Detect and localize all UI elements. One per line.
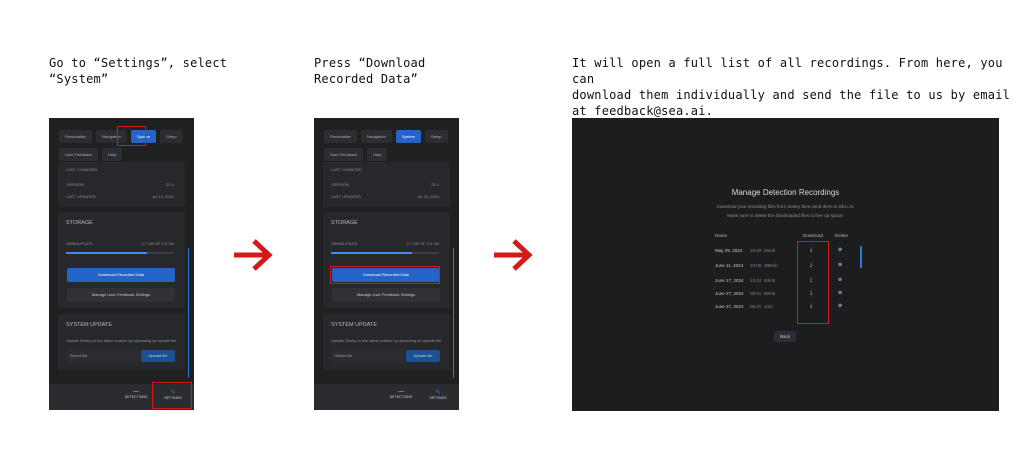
settings-tabs: Personalize Navigation System Setup bbox=[324, 130, 448, 143]
upload-file-button[interactable]: Upload file bbox=[406, 350, 440, 362]
step1-caption: Go to “Settings”, select “System” bbox=[49, 55, 239, 87]
version-value: 23.4 bbox=[166, 182, 174, 187]
delete-icon[interactable]: ⊗ bbox=[838, 277, 842, 283]
row-size: 60mb bbox=[764, 291, 776, 296]
tab-personalize[interactable]: Personalize bbox=[324, 130, 357, 143]
col-delete-header: Delete bbox=[835, 233, 849, 238]
nav-detections-label: DETECTIONS bbox=[389, 395, 413, 399]
last-changed-label: LAST CHANGED bbox=[66, 167, 98, 172]
storage-title: STORAGE bbox=[331, 220, 358, 226]
step3-caption: It will open a full list of all recordin… bbox=[572, 55, 1012, 119]
download-recorded-data-button[interactable]: Download Recorded Data bbox=[67, 268, 175, 282]
system-update-title: SYSTEM UPDATE bbox=[331, 322, 378, 328]
row-date: June 27, 2024 bbox=[715, 291, 744, 296]
arrow-right-icon bbox=[234, 239, 273, 271]
phone-screen-2: Personalize Navigation System Setup User… bbox=[314, 118, 459, 410]
storage-label: SERIAL/FILES bbox=[331, 241, 358, 246]
row-time: 16:40 bbox=[750, 248, 762, 253]
tab-help[interactable]: Help bbox=[102, 148, 123, 161]
row-time: 10:09 bbox=[750, 263, 762, 268]
wrench-icon: ✎ bbox=[435, 390, 441, 396]
bottom-nav: — DETECTIONS ✎ SETTINGS bbox=[314, 384, 459, 410]
last-updated-label: LAST UPDATED bbox=[331, 194, 361, 199]
row-date: June 11, 2024 bbox=[715, 263, 744, 268]
step2-caption: Press “Download Recorded Data” bbox=[314, 55, 504, 87]
storage-value: 2.7 GB OF 2.5 GB bbox=[406, 241, 439, 246]
step1-caption-line1: Go to “Settings”, select bbox=[49, 56, 228, 70]
recordings-screen: Manage Detection Recordings Download you… bbox=[572, 118, 999, 411]
recordings-scrollbar[interactable] bbox=[860, 246, 862, 268]
back-button[interactable]: Back bbox=[774, 331, 796, 342]
manage-feedback-settings-button[interactable]: Manage User Feedback Settings bbox=[67, 288, 175, 302]
step3-caption-line3: at feedback@sea.ai. bbox=[572, 104, 714, 118]
arrow-right-icon bbox=[494, 239, 533, 271]
delete-icon[interactable]: ⊗ bbox=[838, 303, 842, 309]
tab-navigation[interactable]: Navigation bbox=[360, 130, 392, 143]
phone-screen-1: Personalize Navigation System Setup User… bbox=[49, 118, 194, 410]
storage-label: SERIAL/FILES bbox=[66, 241, 93, 246]
step3-caption-line1: It will open a full list of all recordin… bbox=[572, 56, 1003, 86]
row-time: 13:34 bbox=[750, 278, 762, 283]
select-file-input[interactable]: Select file bbox=[331, 350, 405, 362]
tab-system[interactable]: System bbox=[395, 130, 422, 143]
highlight-settings-nav bbox=[152, 382, 192, 409]
storage-bar-fill bbox=[66, 252, 147, 254]
delete-icon[interactable]: ⊗ bbox=[838, 290, 842, 296]
tab-personalize[interactable]: Personalize bbox=[59, 130, 92, 143]
manage-feedback-settings-button[interactable]: Manage User Feedback Settings bbox=[332, 288, 440, 302]
recordings-subtitle-line2: Make sure to delete the downloaded files… bbox=[727, 213, 844, 218]
col-download-header: Download bbox=[803, 233, 824, 238]
version-value: 23.4 bbox=[431, 182, 439, 187]
storage-value: 2.7 GB OF 2.5 GB bbox=[141, 241, 174, 246]
scrollbar[interactable] bbox=[188, 248, 189, 378]
storage-bar-fill bbox=[331, 252, 412, 254]
row-size: 29mb bbox=[764, 248, 776, 253]
nav-settings[interactable]: ✎ SETTINGS bbox=[421, 389, 455, 400]
system-update-desc: Update Sentry to the latest version by u… bbox=[66, 338, 177, 343]
tab-setup[interactable]: Setup bbox=[425, 130, 448, 143]
highlight-system-tab bbox=[117, 126, 146, 146]
nav-detections[interactable]: — DETECTIONS bbox=[119, 389, 153, 399]
highlight-download-column bbox=[797, 241, 829, 324]
row-size: 396mb bbox=[764, 263, 778, 268]
row-size: 1mb bbox=[764, 304, 773, 309]
recordings-title: Manage Detection Recordings bbox=[731, 188, 840, 197]
settings-tabs-row2: User Feedback Help bbox=[59, 148, 123, 161]
tab-user-feedback[interactable]: User Feedback bbox=[324, 148, 364, 161]
row-size: 83mb bbox=[764, 278, 776, 283]
col-name-header: Name bbox=[715, 233, 728, 238]
system-update-title: SYSTEM UPDATE bbox=[66, 322, 113, 328]
step1-caption-line2: “System” bbox=[49, 72, 109, 86]
nav-settings-label: SETTINGS bbox=[429, 396, 447, 400]
recordings-subtitle-line1: Download your recording files from Sentr… bbox=[716, 204, 855, 209]
nav-detections-label: DETECTIONS bbox=[124, 395, 148, 399]
row-time: 08:31 bbox=[750, 291, 762, 296]
delete-icon[interactable]: ⊗ bbox=[838, 247, 842, 253]
scrollbar[interactable] bbox=[453, 248, 454, 378]
last-changed-label: LAST CHANGED bbox=[331, 167, 363, 172]
version-label: VERSION bbox=[331, 182, 350, 187]
select-file-input[interactable]: Select file bbox=[66, 350, 140, 362]
system-update-desc: Update Sentry to the latest version by u… bbox=[331, 338, 442, 343]
settings-tabs-row2: User Feedback Help bbox=[324, 148, 388, 161]
row-date: June 17, 2024 bbox=[715, 278, 744, 283]
row-date: June 27, 2024 bbox=[715, 304, 744, 309]
delete-icon[interactable]: ⊗ bbox=[838, 262, 842, 268]
upload-file-button[interactable]: Upload file bbox=[141, 350, 175, 362]
version-label: VERSION bbox=[66, 182, 85, 187]
highlight-download-button bbox=[330, 266, 440, 284]
nav-detections[interactable]: — DETECTIONS bbox=[384, 389, 418, 399]
row-date: May 29, 2024 bbox=[715, 248, 743, 253]
last-updated-value: Jul 15, 2024 bbox=[152, 194, 174, 199]
last-updated-value: Jul 15, 2024 bbox=[417, 194, 439, 199]
tab-help[interactable]: Help bbox=[367, 148, 388, 161]
storage-title: STORAGE bbox=[66, 220, 93, 226]
step3-caption-line2: download them individually and send the … bbox=[572, 88, 1011, 102]
step2-caption-line2: Recorded Data” bbox=[314, 72, 418, 86]
tab-setup[interactable]: Setup bbox=[160, 130, 183, 143]
tab-user-feedback[interactable]: User Feedback bbox=[59, 148, 99, 161]
row-time: 08:31 bbox=[750, 304, 762, 309]
last-updated-label: LAST UPDATED bbox=[66, 194, 96, 199]
step2-caption-line1: Press “Download bbox=[314, 56, 426, 70]
